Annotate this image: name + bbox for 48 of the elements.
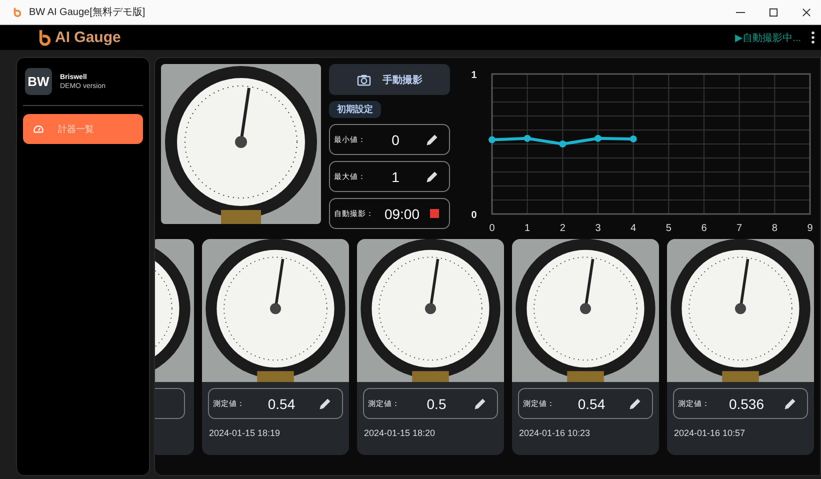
more-menu-icon[interactable] <box>811 31 815 44</box>
field-value: 0 <box>390 132 400 148</box>
x-tick-label: 9 <box>807 223 813 234</box>
data-point <box>559 140 566 148</box>
close-icon[interactable] <box>802 8 811 16</box>
x-tick-label: 4 <box>630 223 636 234</box>
measurement-card[interactable] <box>155 239 194 455</box>
maximize-icon[interactable] <box>769 8 778 16</box>
field-value: 0.5 <box>426 396 448 412</box>
field-value: 09:00 <box>383 206 421 222</box>
pencil-icon[interactable] <box>425 170 439 184</box>
window-title: BW AI Gauge[無料デモ版] <box>29 6 146 19</box>
capture-button[interactable]: 手動撮影 <box>329 64 450 95</box>
field-value: 0.54 <box>266 396 296 412</box>
app-name: AI Gauge <box>55 29 121 46</box>
y-tick-label: 1 <box>471 70 477 81</box>
pencil-icon[interactable] <box>628 396 642 410</box>
x-tick-label: 1 <box>524 223 530 234</box>
x-tick-label: 7 <box>736 223 742 234</box>
capture-date: 2024-01-15 18:19 <box>209 428 282 438</box>
pencil-icon[interactable] <box>783 396 797 410</box>
data-point <box>524 134 531 142</box>
data-point <box>630 135 637 142</box>
x-tick-label: 5 <box>666 223 672 234</box>
app-logo-icon <box>12 6 23 18</box>
field-value: 0.536 <box>728 396 766 412</box>
data-point <box>488 136 496 144</box>
x-tick-label: 2 <box>560 223 566 234</box>
x-tick-label: 8 <box>772 223 778 234</box>
capture-date: 2024-01-15 18:20 <box>364 428 436 438</box>
x-tick-label: 3 <box>595 223 601 234</box>
app-logo-icon <box>38 29 51 46</box>
pencil-icon[interactable] <box>318 396 332 410</box>
field-value: 1 <box>390 168 400 184</box>
pencil-icon[interactable] <box>425 132 439 146</box>
capture-date: 2024-01-16 10:57 <box>674 428 746 438</box>
camera-icon <box>356 74 370 86</box>
x-tick-label: 0 <box>489 223 495 234</box>
x-tick-label: 6 <box>701 223 707 234</box>
avatar: BW <box>25 68 52 95</box>
settings-label: 初期設定 <box>329 101 381 118</box>
pencil-icon[interactable] <box>473 396 487 410</box>
gauge-icon <box>33 124 44 134</box>
field-value: 0.54 <box>576 396 606 412</box>
y-tick-label: 0 <box>471 210 477 221</box>
capture-date: 2024-01-16 10:23 <box>519 428 592 438</box>
capture-status: ▶自動撮影中... <box>734 32 801 44</box>
data-point <box>594 134 602 142</box>
